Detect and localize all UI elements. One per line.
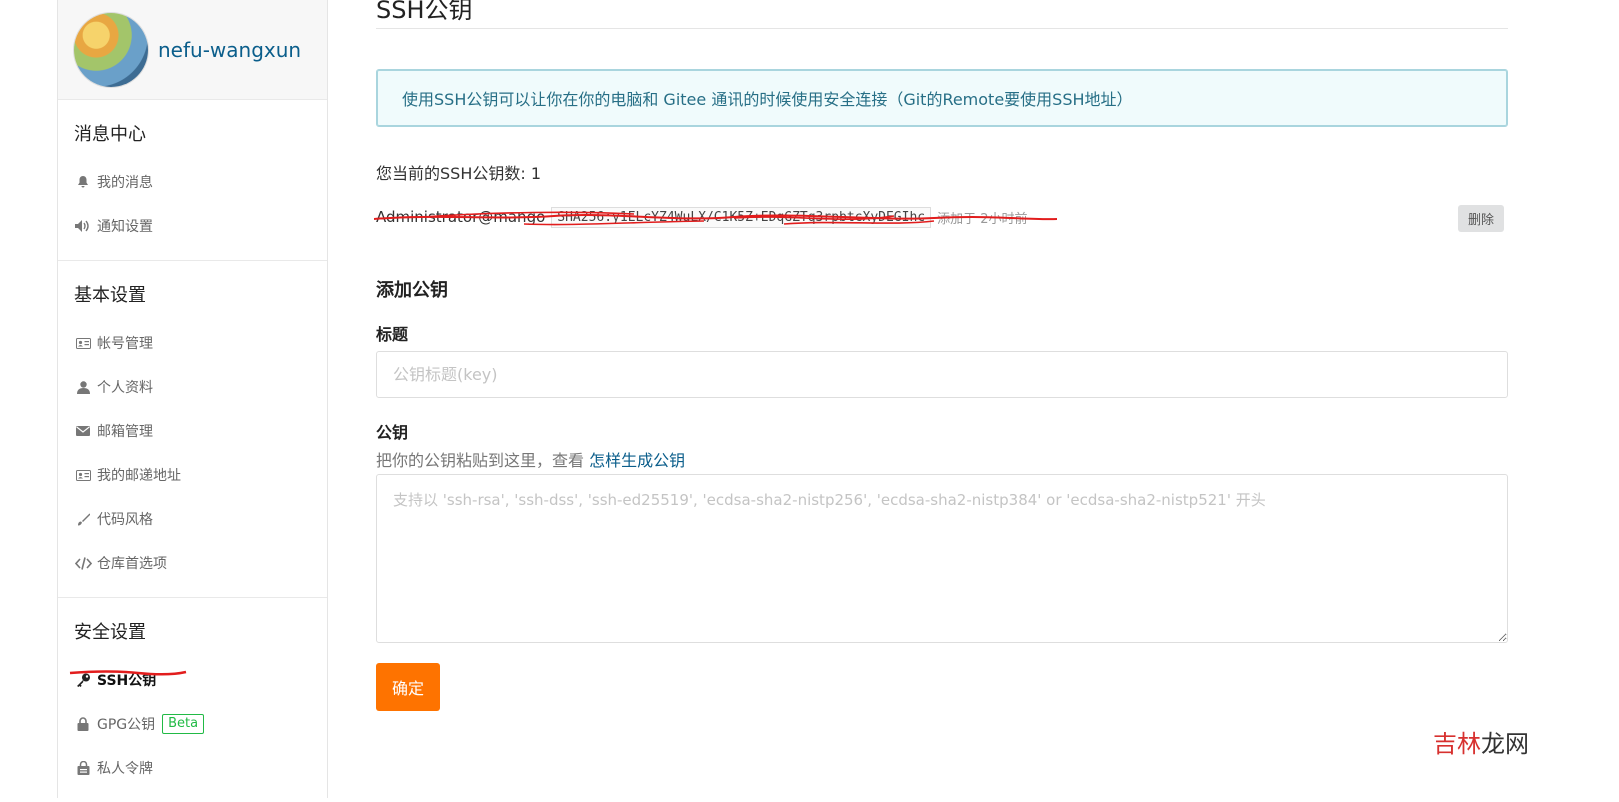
section-title: 基本设置	[74, 285, 146, 306]
profile-header: nefu-wangxun	[58, 0, 327, 100]
watermark-part2: 龙网	[1481, 730, 1529, 758]
sidebar-item-my-messages[interactable]: 我的消息	[58, 160, 327, 204]
section-title: 安全设置	[74, 622, 146, 643]
sidebar-item-label: GPG公钥	[97, 717, 156, 733]
settings-sidebar: nefu-wangxun 消息中心 我的消息 通知设置 基本设置 帐号管理 个人…	[57, 0, 328, 798]
key-title-input[interactable]	[376, 351, 1508, 398]
speaker-icon	[74, 219, 92, 233]
username-link[interactable]: nefu-wangxun	[158, 38, 301, 62]
sidebar-item-label: 我的邮递地址	[97, 468, 181, 484]
user-icon	[74, 380, 92, 394]
ssh-key-fingerprint: SHA256:y1ELcYZ4WuLX/C1K5Z+EDqGZTq3rpbtcX…	[551, 206, 932, 228]
how-to-generate-key-link[interactable]: 怎样生成公钥	[589, 451, 685, 470]
sidebar-item-label: 仓库首选项	[97, 556, 167, 572]
paintbrush-icon	[74, 512, 92, 526]
sidebar-item-notification-settings[interactable]: 通知设置	[58, 204, 327, 248]
sidebar-item-code-style[interactable]: 代码风格	[58, 497, 327, 541]
avatar[interactable]	[74, 12, 148, 87]
key-hint: 把你的公钥粘贴到这里，查看 怎样生成公钥	[376, 447, 1508, 471]
section-security: 安全设置 SSH公钥 GPG公钥 Beta 私人令牌	[58, 598, 327, 802]
bell-icon	[74, 175, 92, 189]
page-title: SSH公钥	[376, 0, 1508, 29]
sidebar-item-private-tokens[interactable]: 私人令牌	[58, 746, 327, 790]
lock-icon	[74, 717, 92, 731]
sidebar-item-ssh-keys[interactable]: SSH公钥	[58, 658, 327, 702]
red-annotation-underline	[69, 670, 187, 676]
id-card-icon	[74, 336, 92, 350]
sidebar-item-email[interactable]: 邮箱管理	[58, 409, 327, 453]
ssh-key-title: Administrator@mango	[376, 208, 546, 226]
add-key-heading: 添加公钥	[376, 280, 448, 301]
key-hint-text: 把你的公钥粘贴到这里，查看	[376, 451, 590, 470]
sidebar-item-account[interactable]: 帐号管理	[58, 321, 327, 365]
beta-badge: Beta	[162, 714, 205, 734]
section-basic: 基本设置 帐号管理 个人资料 邮箱管理 我的邮递地址 代码风格 仓库首选项	[58, 261, 327, 598]
sidebar-item-label: 通知设置	[97, 219, 153, 235]
key-label: 公钥	[376, 423, 409, 442]
sidebar-item-label: 代码风格	[97, 512, 153, 528]
address-card-icon	[74, 468, 92, 482]
ssh-keys-page: SSH公钥 使用SSH公钥可以让你在你的电脑和 Gitee 通讯的时候使用安全连…	[374, 0, 1508, 711]
section-title: 消息中心	[74, 124, 146, 145]
info-message: 使用SSH公钥可以让你在你的电脑和 Gitee 通讯的时候使用安全连接（Git的…	[376, 69, 1508, 127]
envelope-icon	[74, 424, 92, 438]
ssh-key-added-time: 添加于 2小时前	[937, 211, 1028, 227]
code-icon	[74, 556, 92, 570]
sidebar-item-label: 帐号管理	[97, 336, 153, 352]
watermark-part1: 吉林	[1433, 730, 1481, 758]
title-label: 标题	[376, 325, 409, 344]
sidebar-item-label: 个人资料	[97, 380, 153, 396]
sidebar-item-profile[interactable]: 个人资料	[58, 365, 327, 409]
ssh-key-count: 您当前的SSH公钥数: 1	[376, 164, 542, 183]
sidebar-item-repo-preferences[interactable]: 仓库首选项	[58, 541, 327, 585]
sidebar-item-gpg-keys[interactable]: GPG公钥 Beta	[58, 702, 327, 746]
sidebar-item-mailing-address[interactable]: 我的邮递地址	[58, 453, 327, 497]
section-messages: 消息中心 我的消息 通知设置	[58, 100, 327, 261]
ssh-key-row: Administrator@mango SHA256:y1ELcYZ4WuLX/…	[374, 204, 1508, 232]
watermark: 吉林龙网	[1433, 724, 1529, 759]
sidebar-item-label: 我的消息	[97, 175, 153, 191]
public-key-textarea[interactable]	[376, 474, 1508, 643]
delete-key-button[interactable]: 删除	[1457, 205, 1504, 232]
sidebar-item-label: 邮箱管理	[97, 424, 153, 440]
token-icon	[74, 761, 92, 775]
sidebar-item-label: 私人令牌	[97, 761, 153, 777]
confirm-button[interactable]: 确定	[376, 663, 441, 711]
